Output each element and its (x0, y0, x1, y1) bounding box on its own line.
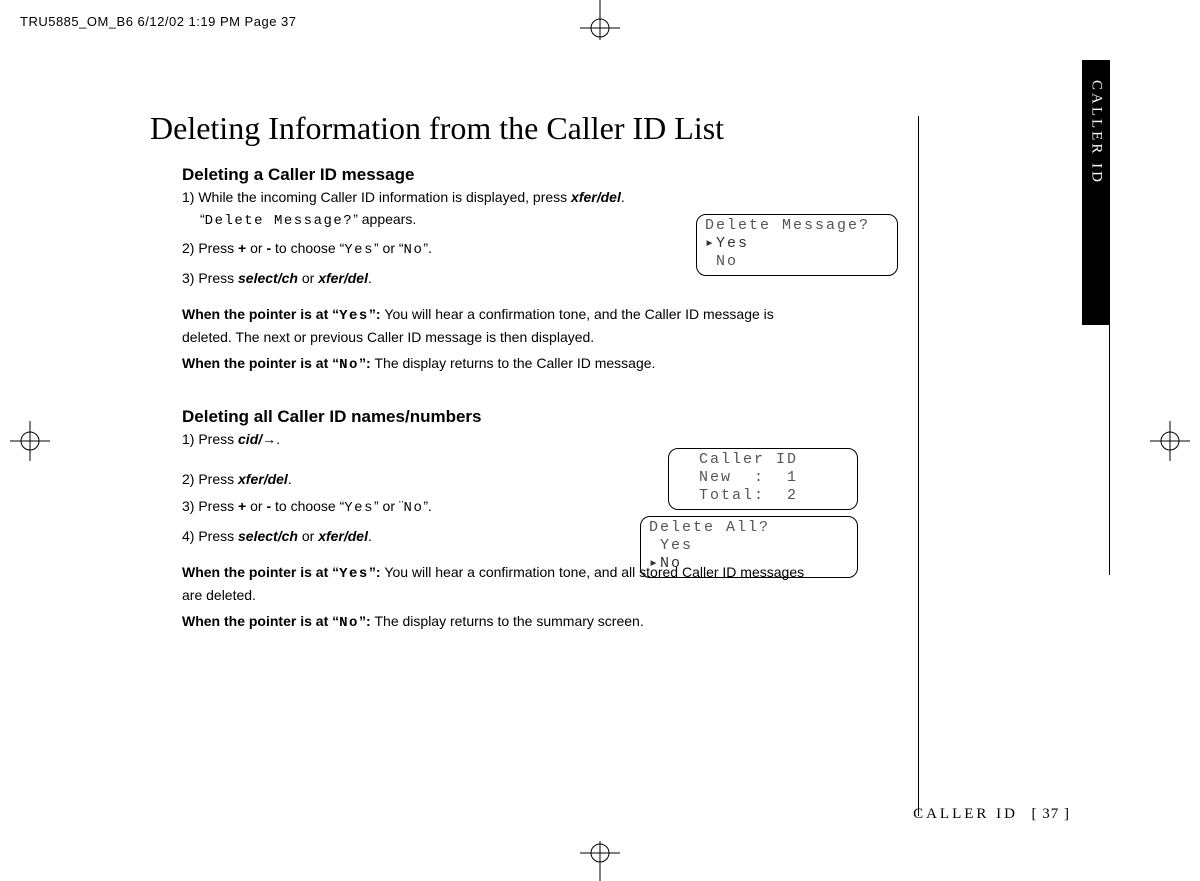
section1-step3: 3) Press select/ch or xfer/del. (182, 268, 742, 290)
section1-step2: 2) Press + or - to choose “Yes” or “No”. (182, 238, 742, 262)
section-tab-caller-id: CALLER ID (1082, 60, 1110, 325)
section2-heading: Deleting all Caller ID names/numbers (182, 407, 890, 427)
section1-no-para: When the pointer is at “No”: The display… (182, 353, 822, 377)
lcd-delete-message: Delete Message? ▸Yes No (696, 214, 898, 276)
section1-heading: Deleting a Caller ID message (182, 165, 890, 185)
arrow-right-icon: → (262, 431, 276, 447)
registration-mark-left (10, 411, 50, 471)
key-xfer-del: xfer/del (318, 528, 368, 544)
vertical-rule-tab (1109, 325, 1110, 575)
section2-no-para: When the pointer is at “No”: The display… (182, 611, 822, 635)
lcd-text: Delete Message? (205, 213, 354, 229)
key-xfer-del: xfer/del (318, 270, 368, 286)
key-xfer-del: xfer/del (238, 471, 288, 487)
key-select-ch: select/ch (238, 270, 298, 286)
lcd-caller-id-summary: Caller ID New : 1 Total: 2 (668, 448, 858, 510)
lcd-delete-all: Delete All? Yes ▸No (640, 516, 858, 578)
footer-section: CALLER ID (913, 806, 1018, 822)
section2-step1: 1) Press cid/→. (182, 429, 742, 451)
key-select-ch: select/ch (238, 528, 298, 544)
page-title: Deleting Information from the Caller ID … (150, 110, 890, 147)
section2-step2: 2) Press xfer/del. (182, 469, 742, 491)
footer-page-number: [ 37 ] (1032, 806, 1071, 822)
registration-mark-top (570, 0, 630, 40)
vertical-rule (918, 116, 919, 816)
print-crop-header: TRU5885_OM_B6 6/12/02 1:19 PM Page 37 (20, 14, 297, 29)
registration-mark-right (1150, 411, 1190, 471)
section1-step1: 1) While the incoming Caller ID informat… (182, 187, 742, 232)
registration-mark-bottom (570, 841, 630, 881)
key-cid: cid/ (238, 431, 262, 447)
key-xfer-del: xfer/del (571, 189, 621, 205)
page-footer: CALLER ID [ 37 ] (913, 806, 1070, 823)
key-plus: + (238, 498, 246, 514)
section1-yes-para: When the pointer is at “Yes”: You will h… (182, 304, 822, 349)
key-plus: + (238, 240, 246, 256)
